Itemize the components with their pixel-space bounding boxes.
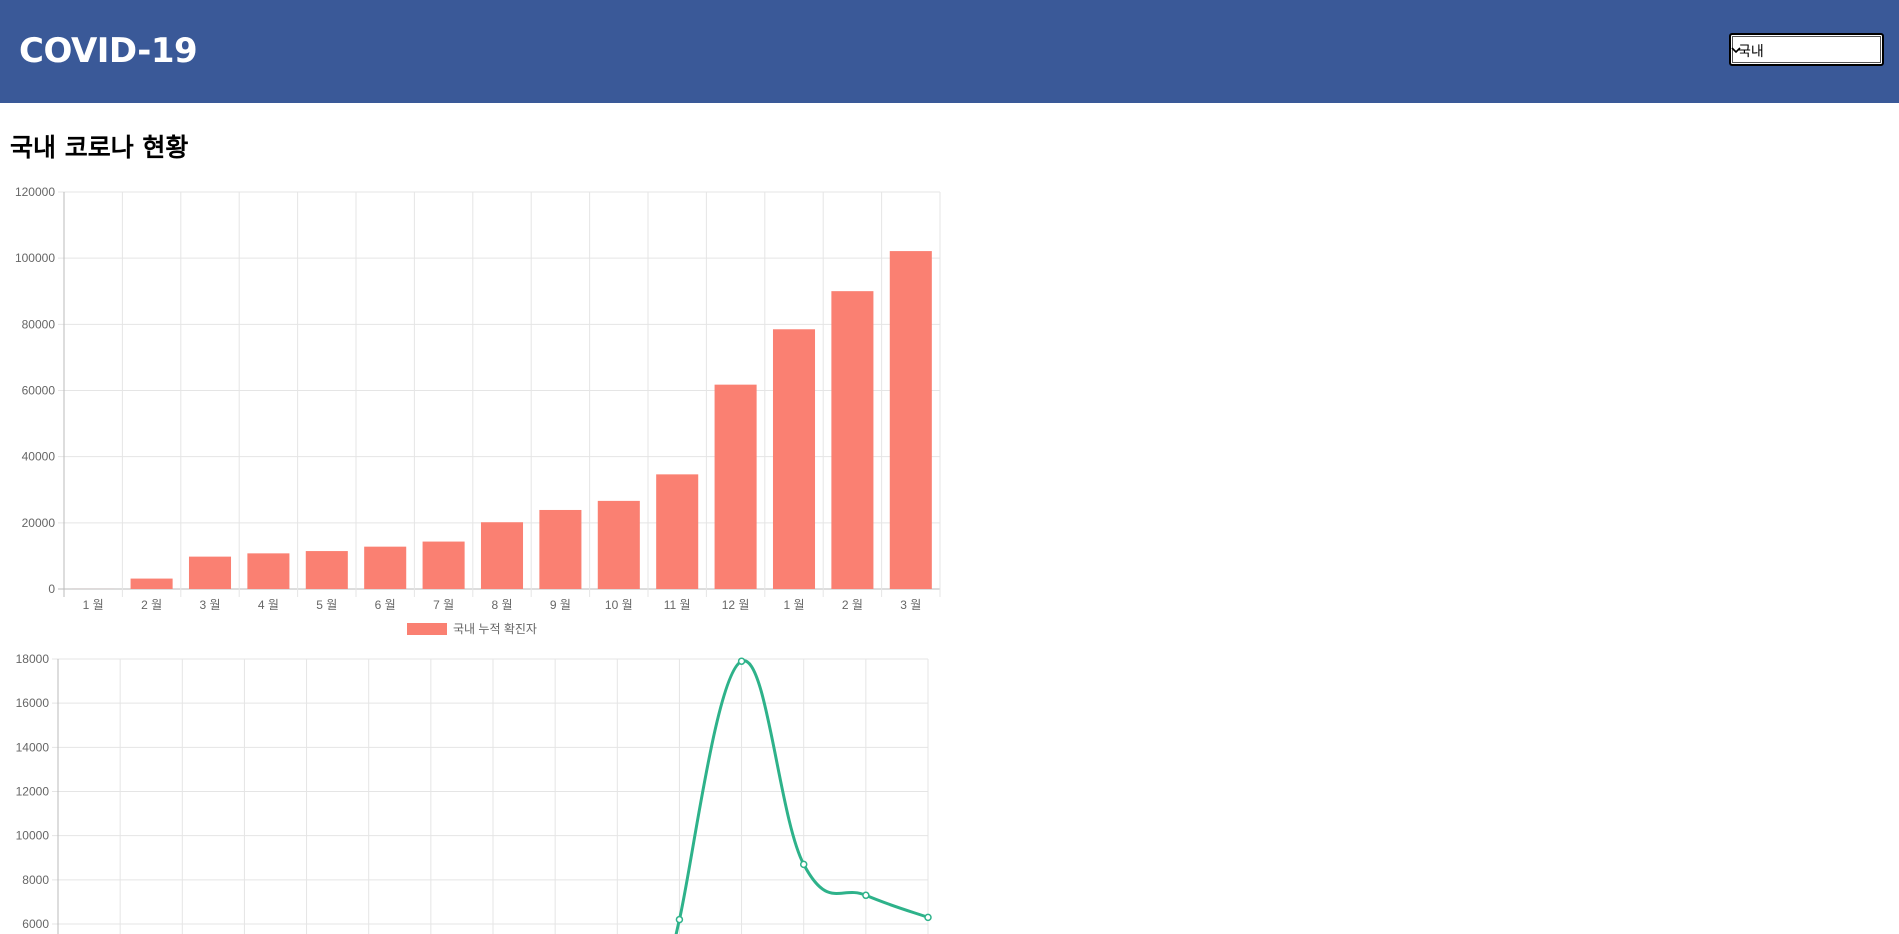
- bar: [364, 546, 407, 589]
- y-tick-label: 16000: [16, 696, 50, 710]
- bar: [305, 551, 348, 589]
- y-tick-label: 60000: [22, 384, 56, 398]
- bar: [188, 556, 232, 589]
- bar: [247, 553, 290, 589]
- legend-label: 국내 누적 확진자: [453, 622, 537, 636]
- y-tick-label: 12000: [16, 785, 50, 799]
- region-select-value: 국내: [1738, 44, 1764, 60]
- x-tick-label: 10 월: [605, 598, 633, 612]
- data-point: [924, 913, 932, 922]
- data-point: [862, 891, 870, 900]
- y-tick-label: 120000: [15, 185, 55, 199]
- x-tick-label: 5 월: [316, 598, 337, 612]
- app-title: COVID-19: [19, 31, 198, 71]
- y-tick-label: 0: [48, 582, 55, 596]
- x-tick-label: 1 월: [783, 598, 804, 612]
- y-tick-label: 80000: [22, 317, 56, 331]
- x-tick-label: 2 월: [842, 598, 863, 612]
- data-point: [737, 657, 746, 665]
- x-tick-label: 3 월: [199, 598, 220, 612]
- data-point: [675, 915, 684, 924]
- bar: [597, 500, 640, 589]
- bar: [889, 251, 932, 589]
- app-header: COVID-19 국내: [0, 0, 1899, 103]
- y-tick-label: 6000: [22, 917, 49, 931]
- cumulative-cases-bar-chart: 0 20000 40000 60000 80000 100000 120000 1 월 2 월 3…: [15, 185, 941, 636]
- page-title: 국내 코로나 현황: [10, 133, 189, 162]
- x-tick-label: 2 월: [141, 598, 162, 612]
- y-tick-label: 8000: [22, 873, 49, 887]
- x-tick-label: 9 월: [550, 598, 571, 612]
- bar: [714, 384, 757, 589]
- x-tick-label: 6 월: [375, 598, 396, 612]
- bar: [539, 509, 582, 589]
- bar: [422, 541, 465, 589]
- y-tick-label: 40000: [22, 450, 56, 464]
- x-tick-label: 7 월: [433, 598, 454, 612]
- x-tick-label: 8 월: [491, 598, 512, 612]
- x-tick-label: 12 월: [722, 598, 750, 612]
- daily-cases-line-chart: 6000 8000 10000 12000 14000 16000 18000: [16, 652, 932, 934]
- chevron-down-icon: [1731, 47, 1741, 54]
- y-tick-label: 20000: [22, 516, 56, 530]
- bar: [480, 522, 524, 589]
- bar: [831, 291, 874, 589]
- data-point: [799, 860, 808, 869]
- x-tick-label: 4 월: [258, 598, 279, 612]
- x-tick-label: 3 월: [900, 598, 921, 612]
- x-tick-label: 1 월: [83, 598, 104, 612]
- region-select[interactable]: 국내: [1729, 33, 1884, 66]
- series-line: [674, 659, 929, 934]
- y-tick-label: 10000: [16, 829, 50, 843]
- bar: [772, 329, 816, 589]
- bar: [656, 474, 699, 589]
- y-tick-label: 18000: [16, 652, 50, 666]
- y-tick-label: 100000: [15, 251, 55, 265]
- legend-swatch: [407, 623, 447, 635]
- x-tick-label: 11 월: [664, 598, 691, 612]
- y-tick-label: 14000: [16, 740, 50, 754]
- bar: [130, 578, 173, 589]
